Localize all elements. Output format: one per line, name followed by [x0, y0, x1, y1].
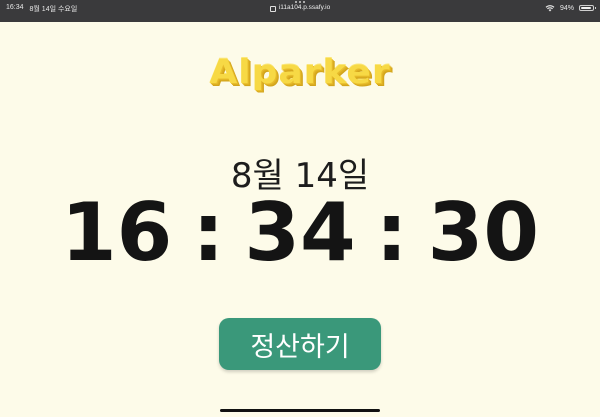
- status-right: 94%: [545, 4, 596, 12]
- more-dots-icon[interactable]: [0, 1, 600, 3]
- clock-seconds: 30: [427, 186, 539, 279]
- url-display[interactable]: i11a104.p.ssafy.io: [269, 4, 331, 13]
- lock-icon: [269, 6, 276, 13]
- clock-separator: :: [192, 186, 225, 279]
- battery-fill: [581, 7, 592, 9]
- clock-hours: 16: [61, 186, 173, 279]
- battery-icon: [579, 5, 596, 11]
- wifi-icon: [545, 5, 555, 12]
- url-text: i11a104.p.ssafy.io: [278, 4, 331, 11]
- home-indicator[interactable]: [220, 409, 380, 412]
- status-bar: 16:34 8월 14일 수요일 i11a104.p.ssafy.io 94%: [0, 0, 600, 22]
- digital-clock: 16:34:30: [0, 185, 600, 281]
- clock-minutes: 34: [244, 186, 356, 279]
- clock-separator: :: [375, 186, 408, 279]
- settle-button[interactable]: 정산하기: [219, 318, 381, 370]
- battery-percent: 94%: [559, 4, 574, 12]
- app-logo: Alparker: [209, 53, 391, 92]
- browser-address[interactable]: i11a104.p.ssafy.io: [0, 1, 600, 14]
